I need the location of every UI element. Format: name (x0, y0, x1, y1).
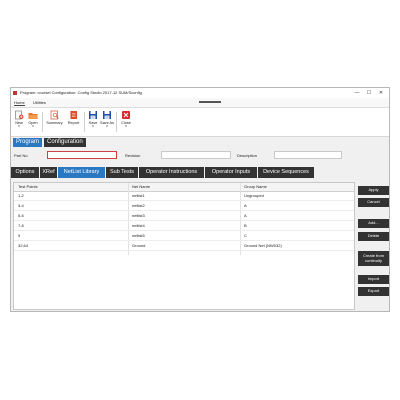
close-x-icon (121, 110, 131, 120)
folder-open-icon (28, 110, 38, 120)
net-name-cell: netlist1 (132, 193, 145, 198)
report-button[interactable]: Report (65, 110, 82, 125)
test-points-cell: 3-4 (18, 203, 24, 208)
open-dropdown-caret: ▾ (32, 124, 34, 128)
menu-utilities[interactable]: Utilities (33, 100, 46, 105)
net-name-cell: Ground (132, 243, 146, 248)
save-as-dropdown-caret: ▾ (106, 124, 108, 128)
maximize-button[interactable]: ☐ (363, 88, 375, 98)
apply-button[interactable]: Apply (358, 186, 389, 195)
window-title: Program: coursei Configuration: Config S… (20, 90, 142, 95)
test-points-cell: 32,64 (18, 243, 29, 248)
part-no-label: Part No (14, 153, 28, 158)
revision-input[interactable] (161, 151, 231, 159)
table-row[interactable]: 32,64 Ground Ground Net (NW032) (14, 241, 354, 251)
table-row[interactable]: 7-8 netlist4 B (14, 221, 354, 231)
new-file-icon (14, 110, 24, 120)
title-bar: Program: coursei Configuration: Config S… (11, 88, 389, 98)
net-name-cell: netlist5 (132, 233, 145, 238)
app-icon (13, 91, 17, 95)
cancel-button[interactable]: Cancel (358, 198, 389, 207)
table-row[interactable]: 1-2 netlist1 Ungrouped (14, 191, 354, 201)
delete-button[interactable]: Delete (358, 232, 389, 241)
test-points-cell: 7-8 (18, 223, 24, 228)
summary-label: Summary (46, 121, 63, 125)
tab-device-sequences[interactable]: Device Sequences (258, 167, 314, 178)
test-points-cell: 1-2 (18, 193, 24, 198)
tab-options[interactable]: Options (11, 167, 39, 178)
ribbon-collapse-handle[interactable] (199, 101, 221, 103)
net-name-cell: netlist3 (132, 213, 145, 218)
ribbon-toolbar: New ▾ Open ▾ Summary Report Save ▾ Save … (11, 108, 389, 137)
import-button[interactable]: Import (358, 275, 389, 284)
export-button[interactable]: Export (358, 287, 389, 296)
group-name-cell: Ungrouped (244, 193, 264, 198)
description-label: Description (237, 153, 258, 158)
group-name-cell: C (244, 233, 247, 238)
tab-operator-instructions[interactable]: Operator Instructions (139, 167, 204, 178)
description-input[interactable] (274, 151, 342, 159)
column-header-net-name[interactable]: Net Name (132, 184, 150, 189)
save-floppy-icon (88, 110, 98, 120)
group-name-cell: A (244, 203, 247, 208)
group-name-cell: Ground Net (NW032) (244, 243, 282, 248)
tab-sub-tests[interactable]: Sub Tests (106, 167, 138, 178)
ribbon-separator (116, 112, 117, 132)
summary-magnifier-icon (50, 110, 60, 120)
add-button[interactable]: Add... (358, 219, 389, 228)
column-header-group-name[interactable]: Group Name (244, 184, 267, 189)
close-window-button[interactable]: ✕ (375, 88, 387, 98)
revision-label: Revision (125, 153, 141, 158)
close-dropdown-caret: ▾ (125, 124, 127, 128)
tab-program[interactable]: Program (13, 138, 43, 147)
save-as-button[interactable]: Save As ▾ (100, 110, 114, 128)
tab-netlist-library[interactable]: NetList Library (58, 167, 105, 178)
column-header-test-points[interactable]: Test Points (18, 184, 38, 189)
netlist-table: Test Points Net Name Group Name 1-2 netl… (13, 182, 355, 310)
ribbon-separator (84, 112, 85, 132)
summary-button[interactable]: Summary (45, 110, 64, 125)
test-points-cell: 9 (18, 233, 21, 238)
ribbon-separator (42, 112, 43, 132)
tab-configuration[interactable]: Configuration (44, 138, 86, 147)
group-name-cell: A (244, 213, 247, 218)
close-button[interactable]: Close ▾ (119, 110, 133, 128)
table-row[interactable]: 3-4 netlist2 A (14, 201, 354, 211)
open-button[interactable]: Open ▾ (26, 110, 40, 128)
save-dropdown-caret: ▾ (92, 124, 94, 128)
group-name-cell: B (244, 223, 247, 228)
program-fields: Part No Revision Description (11, 149, 389, 161)
table-row[interactable]: 9 netlist5 C (14, 231, 354, 241)
new-dropdown-caret: ▾ (18, 124, 20, 128)
minimize-button[interactable]: — (351, 88, 363, 98)
test-points-cell: 5-6 (18, 213, 24, 218)
menu-bar: Home Utilities (11, 98, 389, 108)
menu-home[interactable]: Home (14, 100, 25, 106)
net-name-cell: netlist2 (132, 203, 145, 208)
save-button[interactable]: Save ▾ (86, 110, 100, 128)
table-row[interactable]: 5-6 netlist3 A (14, 211, 354, 221)
tab-xref[interactable]: XRef (40, 167, 57, 178)
window-controls: — ☐ ✕ (351, 88, 387, 98)
report-document-icon (69, 110, 79, 120)
report-label: Report (67, 121, 80, 125)
sub-tab-bar: Options XRef NetList Library Sub Tests O… (11, 167, 389, 179)
net-name-cell: netlist4 (132, 223, 145, 228)
tab-operator-inputs[interactable]: Operator Inputs (205, 167, 257, 178)
new-button[interactable]: New ▾ (12, 110, 26, 128)
app-window: Program: coursei Configuration: Config S… (10, 87, 390, 312)
save-as-floppy-icon (102, 110, 112, 120)
part-no-input[interactable] (47, 151, 117, 159)
create-from-continuity-button[interactable]: Create from continuity (358, 251, 389, 266)
